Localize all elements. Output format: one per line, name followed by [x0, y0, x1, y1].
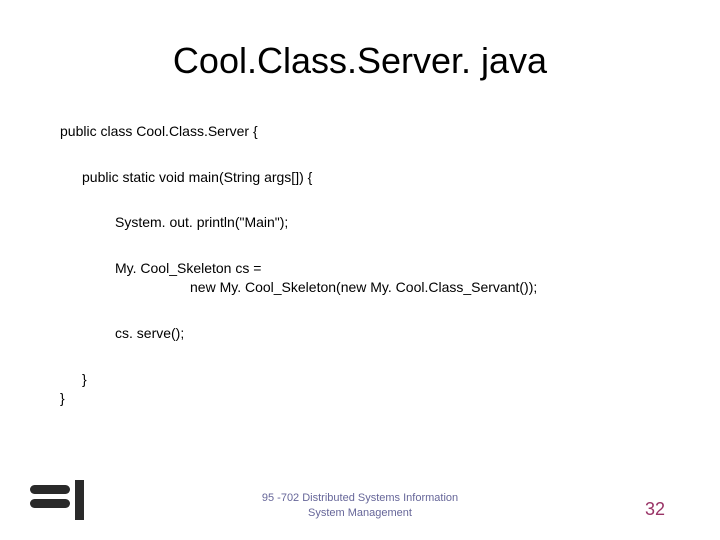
footer-line1: 95 -702 Distributed Systems Information	[262, 492, 458, 504]
code-line: public class Cool.Class.Server {	[60, 122, 660, 142]
footer-text: 95 -702 Distributed Systems Information …	[262, 491, 458, 520]
slide-title: Cool.Class.Server. java	[60, 40, 660, 82]
code-line: cs. serve();	[115, 324, 660, 344]
code-line: }	[82, 370, 660, 390]
logo-icon	[30, 480, 85, 520]
code-line: }	[60, 389, 660, 409]
code-line: System. out. println("Main");	[115, 213, 660, 233]
code-line: public static void main(String args[]) {	[82, 168, 660, 188]
code-line: new My. Cool_Skeleton(new My. Cool.Class…	[190, 278, 660, 298]
code-block: public class Cool.Class.Server { public …	[60, 122, 660, 409]
slide: Cool.Class.Server. java public class Coo…	[0, 0, 720, 540]
footer: 95 -702 Distributed Systems Information …	[0, 480, 720, 520]
code-line: My. Cool_Skeleton cs =	[115, 259, 660, 279]
footer-line2: System Management	[308, 507, 412, 519]
page-number: 32	[645, 499, 665, 520]
